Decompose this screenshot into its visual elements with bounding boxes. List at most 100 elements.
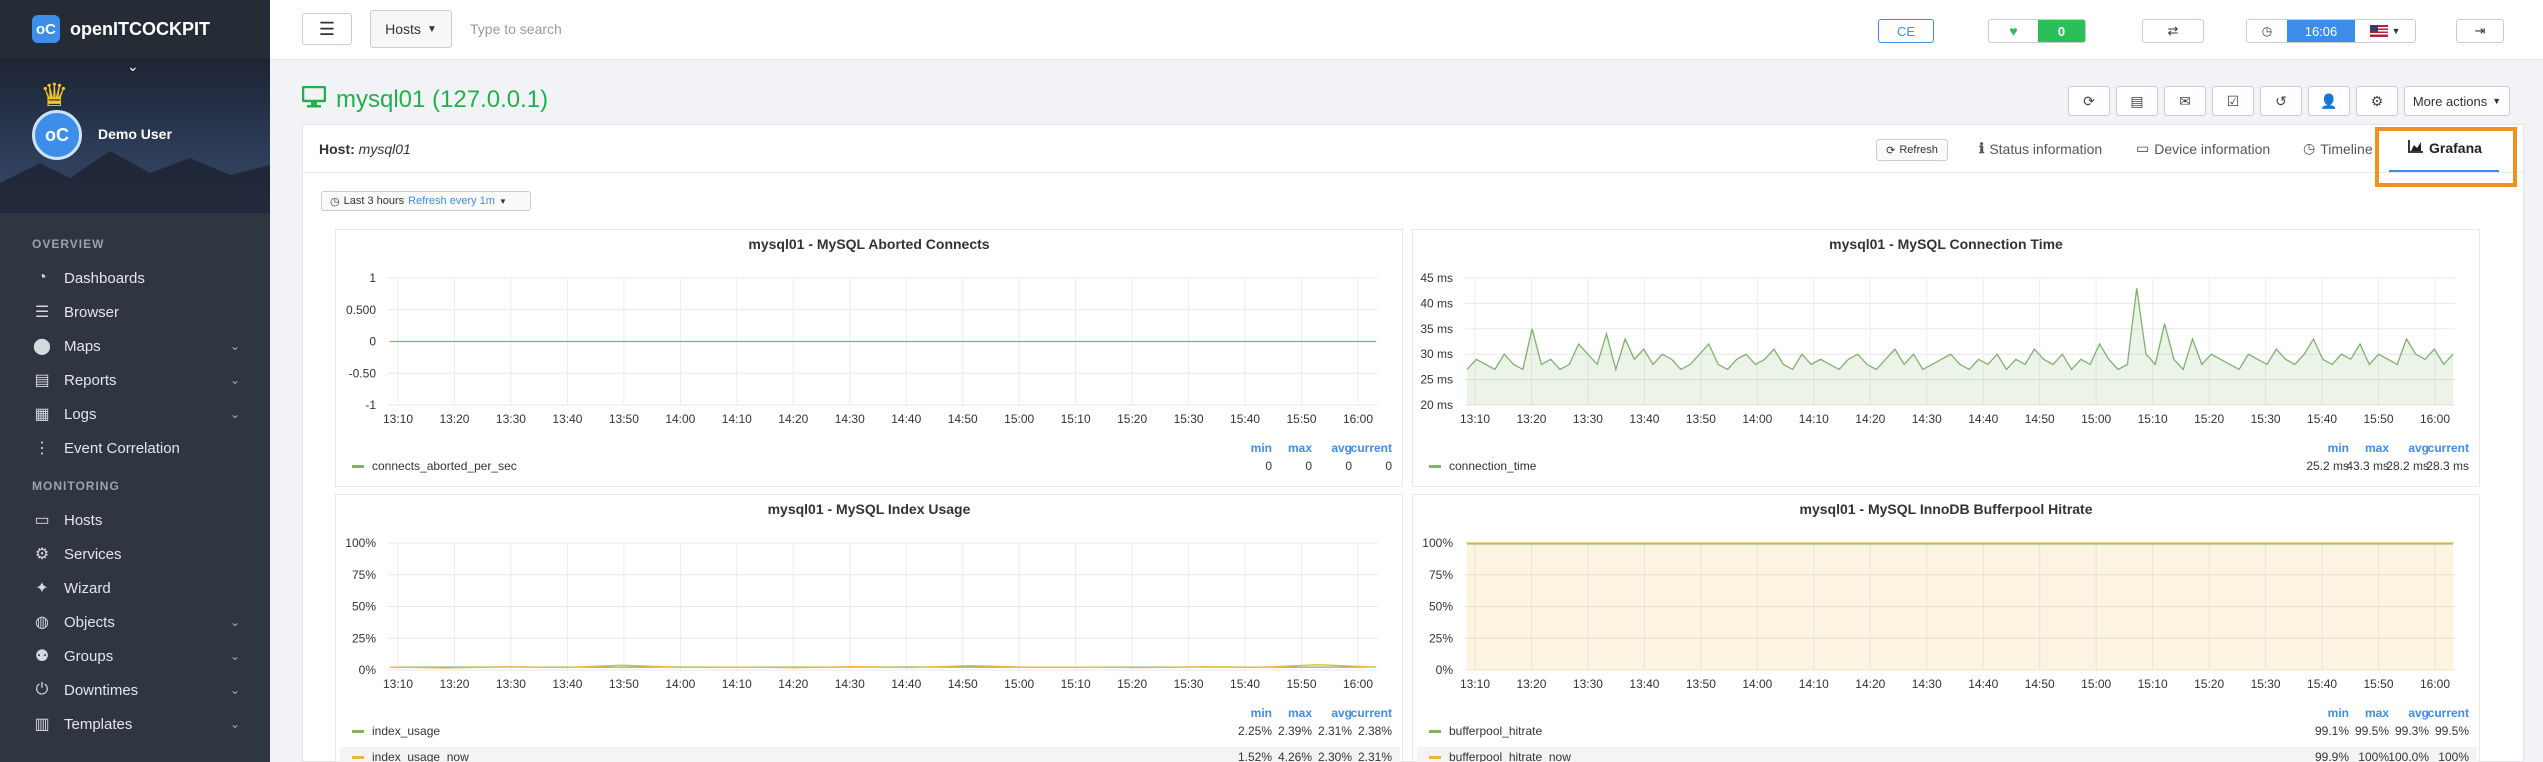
brand[interactable]: oC openITCOCKPIT (0, 0, 270, 58)
sidebar-item-browser[interactable]: ☰ Browser (0, 295, 270, 329)
x-tick-label: 15:00 (2081, 677, 2111, 691)
x-tick-label: 15:20 (1117, 677, 1147, 691)
legend-value-min: 2.25% (1237, 724, 1272, 738)
legend-header-max: max (1287, 706, 1312, 720)
legend-entry[interactable]: bufferpool_hitrate (1429, 724, 1542, 738)
list-icon: ☰ (34, 304, 50, 321)
chart-panel-index-usage[interactable]: mysql01 - MySQL Index Usage 100% 75% 50% 25%… (335, 494, 1403, 762)
sidebar-item-reports[interactable]: ▤ Reports ⌄ (0, 363, 270, 397)
legend-value-avg: 0 (1345, 459, 1352, 473)
page-title: mysql01 (127.0.0.1) (301, 85, 548, 114)
x-tick-label: 13:10 (1460, 677, 1490, 691)
x-tick-label: 14:10 (1799, 677, 1829, 691)
legend-swatch (352, 755, 364, 759)
y-tick-label: 50% (1429, 600, 1453, 614)
chevron-down-icon: ⌄ (229, 683, 240, 697)
time-range-picker[interactable]: ◷ Last 3 hours Refresh every 1m ▼ (321, 191, 531, 211)
sidebar-item-objects[interactable]: ◍ Objects ⌄ (0, 605, 270, 639)
globe-icon: ◍ (35, 614, 49, 631)
sidebar-item-label: Browser (64, 303, 120, 321)
legend-header-avg: avg (1331, 706, 1352, 720)
legend-value-current: 2.38% (1357, 724, 1392, 738)
sidebar-item-downtimes[interactable]: ⏻ Downtimes ⌄ (0, 673, 270, 707)
check-square-icon[interactable]: ☑ (2212, 86, 2254, 116)
chevron-down-icon[interactable]: ⌄ (127, 58, 139, 75)
gear-icon[interactable]: ⚙ (2356, 86, 2398, 116)
host-name: mysql01 (358, 141, 411, 157)
envelope-icon[interactable]: ✉ (2164, 86, 2206, 116)
x-tick-label: 14:00 (1742, 412, 1772, 426)
edition-badge[interactable]: CE (1878, 19, 1934, 43)
legend-entry[interactable]: connects_aborted_per_sec (352, 459, 517, 473)
sidebar-item-hosts[interactable]: ▭ Hosts (0, 503, 270, 537)
more-actions-button[interactable]: More actions ▼ (2404, 86, 2510, 116)
sidebar-item-label: Downtimes (64, 681, 139, 699)
legend-entry[interactable]: index_usage_now (352, 750, 469, 762)
chart-panel-connection-time[interactable]: mysql01 - MySQL Connection Time 45 ms 40 m… (1412, 229, 2480, 487)
chart-panel-bufferpool-hitrate[interactable]: mysql01 - MySQL InnoDB Bufferpool Hitrat… (1412, 494, 2480, 762)
legend-entry[interactable]: connection_time (1429, 459, 1536, 473)
sidebar-item-label: Logs (64, 405, 97, 423)
system-health[interactable]: ♥ 0 (1988, 19, 2086, 43)
nav-section-overview: OVERVIEW (32, 237, 105, 251)
history-icon[interactable]: ↺ (2260, 86, 2302, 116)
user-name[interactable]: Demo User (98, 126, 172, 142)
book-icon[interactable]: ▤ (2116, 86, 2158, 116)
nav-section-monitoring: MONITORING (32, 479, 120, 493)
map-marker-icon: ⬤ (33, 338, 51, 355)
sign-out-icon[interactable]: ⇥ (2456, 19, 2504, 43)
sidebar-item-logs[interactable]: ▦ Logs ⌄ (0, 397, 270, 431)
crown-icon: ♛ (40, 77, 69, 113)
sidebar-item-groups[interactable]: ⚉ Groups ⌄ (0, 639, 270, 673)
brand-logo: oC (32, 15, 60, 43)
tab-timeline[interactable]: ◷ Timeline (2303, 140, 2373, 157)
sidebar-item-wizard[interactable]: ✦ Wizard (0, 571, 270, 605)
x-tick-label: 15:30 (1174, 677, 1204, 691)
refresh-icon: ⟳ (1886, 144, 1896, 157)
card-header: Host: mysql01 ⟳ Refresh ℹ Status informa… (303, 125, 2523, 187)
clock-icon: ◷ (330, 195, 340, 208)
x-tick-label: 15:30 (1174, 412, 1204, 426)
x-tick-label: 13:50 (1686, 677, 1716, 691)
us-flag-icon (2369, 25, 2388, 37)
chart-panel-aborted-connects[interactable]: mysql01 - MySQL Aborted Connects 1 0.500 0-… (335, 229, 1403, 487)
x-tick-label: 13:30 (1573, 677, 1603, 691)
legend-swatch (352, 729, 364, 733)
legend-entry[interactable]: bufferpool_hitrate_now (1429, 750, 1571, 762)
template-icon: ▥ (34, 716, 50, 733)
sidebar-item-templates[interactable]: ▥ Templates ⌄ (0, 707, 270, 741)
sidebar-item-label: Maps (64, 337, 101, 355)
refresh-button[interactable]: ⟳ Refresh (1876, 139, 1948, 161)
legend-value-current: 99.5% (2434, 724, 2469, 738)
language-select[interactable]: ▼ (2355, 20, 2415, 42)
avatar[interactable]: oC (32, 110, 82, 160)
search-type-select[interactable]: Hosts ▼ (370, 10, 452, 48)
y-tick-label: 35 ms (1420, 322, 1453, 336)
chevron-down-icon: ▼ (2391, 26, 2401, 36)
tab-grafana[interactable]: Grafana (2408, 140, 2482, 156)
search-input[interactable]: Type to search (460, 10, 1160, 48)
x-tick-label: 16:00 (2420, 677, 2450, 691)
swap-icon[interactable]: ⇄ (2142, 19, 2204, 43)
legend-entry[interactable]: index_usage (352, 724, 440, 738)
x-tick-label: 15:40 (2307, 677, 2337, 691)
tab-device-information[interactable]: ▭ Device information (2136, 140, 2270, 157)
legend-header-max: max (1287, 441, 1312, 455)
x-tick-label: 14:20 (778, 412, 808, 426)
tab-status-information[interactable]: ℹ Status information (1979, 140, 2102, 157)
reload-icon[interactable]: ⟳ (2068, 86, 2110, 116)
sidebar-item-dashboards[interactable]: ◔ Dashboards (0, 261, 270, 295)
user-icon[interactable]: 👤 (2308, 86, 2350, 116)
x-tick-label: 13:20 (439, 412, 469, 426)
sidebar-item-maps[interactable]: ⬤ Maps ⌄ (0, 329, 270, 363)
sidebar-item-label: Objects (64, 613, 115, 631)
sidebar-item-event-correlation[interactable]: ⋮ Event Correlation (0, 431, 270, 465)
time-language-group[interactable]: ◷ 16:06 ▼ (2246, 19, 2416, 43)
sidebar-item-services[interactable]: ⚙ Services (0, 537, 270, 571)
x-tick-label: 14:50 (2025, 412, 2055, 426)
legend-value-max: 4.26% (1277, 750, 1312, 762)
x-tick-label: 13:40 (1629, 412, 1659, 426)
menu-toggle-button[interactable]: ☰ (302, 13, 352, 45)
y-tick-label: 75% (352, 568, 376, 582)
x-tick-label: 14:40 (1968, 412, 1998, 426)
